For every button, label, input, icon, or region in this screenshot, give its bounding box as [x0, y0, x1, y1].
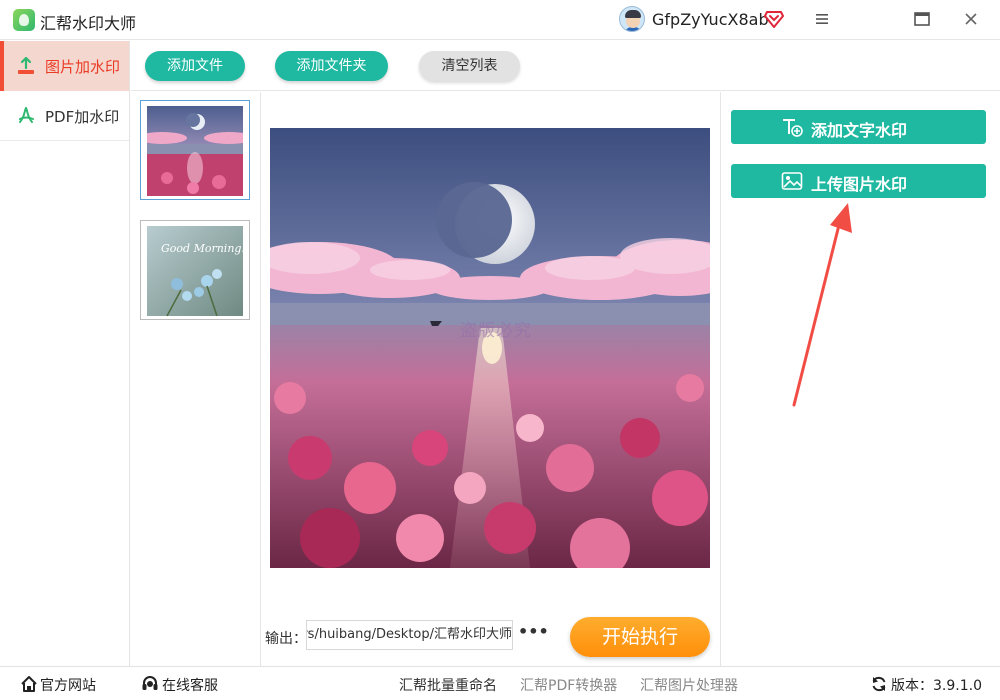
- thumbnail-item[interactable]: [140, 100, 250, 200]
- add-folder-button[interactable]: 添加文件夹: [275, 51, 388, 81]
- version-label: 版本：: [891, 678, 933, 694]
- pdf-icon: [19, 107, 34, 123]
- sidebar: 图片加水印 PDF加水印: [0, 41, 130, 666]
- pdf-tool-link[interactable]: 汇帮PDF转换器: [520, 675, 617, 695]
- bottom-bar: 官方网站 在线客服 汇帮批量重命名 汇帮PDF转换器 汇帮图片处理器 版本：3.…: [0, 666, 1000, 700]
- vip-diamond-icon[interactable]: [764, 10, 784, 28]
- annotation-arrow: [792, 203, 852, 407]
- upload-image-watermark-button[interactable]: 上传图片水印: [731, 164, 986, 198]
- app-logo-icon: [13, 9, 35, 31]
- output-path-field[interactable]: C:/Users/huibang/Desktop/汇帮水印大师: [306, 620, 513, 650]
- sidebar-item-label: PDF加水印: [45, 108, 120, 126]
- version-info: 版本：3.9.1.0: [891, 675, 982, 695]
- add-text-watermark-button[interactable]: 添加文字水印: [731, 110, 986, 144]
- add-text-watermark-label: 添加文字水印: [811, 121, 908, 140]
- sidebar-divider: [0, 140, 129, 141]
- close-icon: [965, 13, 977, 25]
- output-label: 输出：: [265, 631, 307, 647]
- watermark-overlay-text: 盗版必究: [460, 321, 532, 341]
- start-button[interactable]: 开始执行: [570, 617, 710, 657]
- rename-tool-link[interactable]: 汇帮批量重命名: [399, 675, 497, 695]
- version-number: 3.9.1.0: [933, 678, 982, 694]
- app-title: 汇帮水印大师: [40, 14, 137, 33]
- thumbnail-image: Good Morning!: [147, 226, 243, 316]
- avatar[interactable]: [619, 6, 645, 32]
- menu-icon: [816, 14, 828, 24]
- upload-image-watermark-label: 上传图片水印: [811, 175, 908, 194]
- text-add-icon: [783, 119, 803, 137]
- app-window: 汇帮水印大师 GfpZyYucX8ab 图片加水印 PDF加水印 添加文件 添加…: [0, 0, 1000, 700]
- title-bar: 汇帮水印大师 GfpZyYucX8ab: [0, 0, 1000, 40]
- username[interactable]: GfpZyYucX8ab: [652, 10, 769, 29]
- thumbnail-image: [147, 106, 243, 196]
- close-button[interactable]: [956, 6, 986, 34]
- refresh-icon[interactable]: [870, 675, 888, 693]
- output-path-text: C:/Users/huibang/Desktop/汇帮水印大师: [307, 627, 512, 642]
- clear-list-button[interactable]: 清空列表: [419, 51, 520, 81]
- sidebar-item-label: 图片加水印: [45, 58, 121, 76]
- online-service-link[interactable]: 在线客服: [162, 675, 218, 695]
- watermark-panel: 添加文字水印 上传图片水印: [720, 92, 1000, 666]
- menu-button[interactable]: [807, 6, 837, 34]
- thumbnail-list: Good Morning!: [131, 92, 261, 666]
- thumbnail-caption: Good Morning!: [161, 242, 243, 255]
- browse-more-button[interactable]: •••: [518, 624, 549, 644]
- sidebar-item-image-watermark[interactable]: 图片加水印: [0, 41, 129, 91]
- image-upload-icon: [18, 56, 34, 74]
- thumbnail-item[interactable]: Good Morning!: [140, 220, 250, 320]
- preview-image: [270, 128, 710, 568]
- website-link[interactable]: 官方网站: [40, 675, 96, 695]
- headset-icon[interactable]: [141, 675, 159, 693]
- maximize-button[interactable]: [907, 6, 937, 34]
- image-tool-link[interactable]: 汇帮图片处理器: [640, 675, 738, 695]
- add-file-button[interactable]: 添加文件: [145, 51, 245, 81]
- home-icon[interactable]: [20, 675, 38, 693]
- toolbar: 添加文件 添加文件夹 清空列表: [131, 41, 1000, 91]
- maximize-icon: [914, 12, 930, 26]
- image-icon: [781, 172, 803, 190]
- sidebar-item-pdf-watermark[interactable]: PDF加水印: [0, 91, 129, 141]
